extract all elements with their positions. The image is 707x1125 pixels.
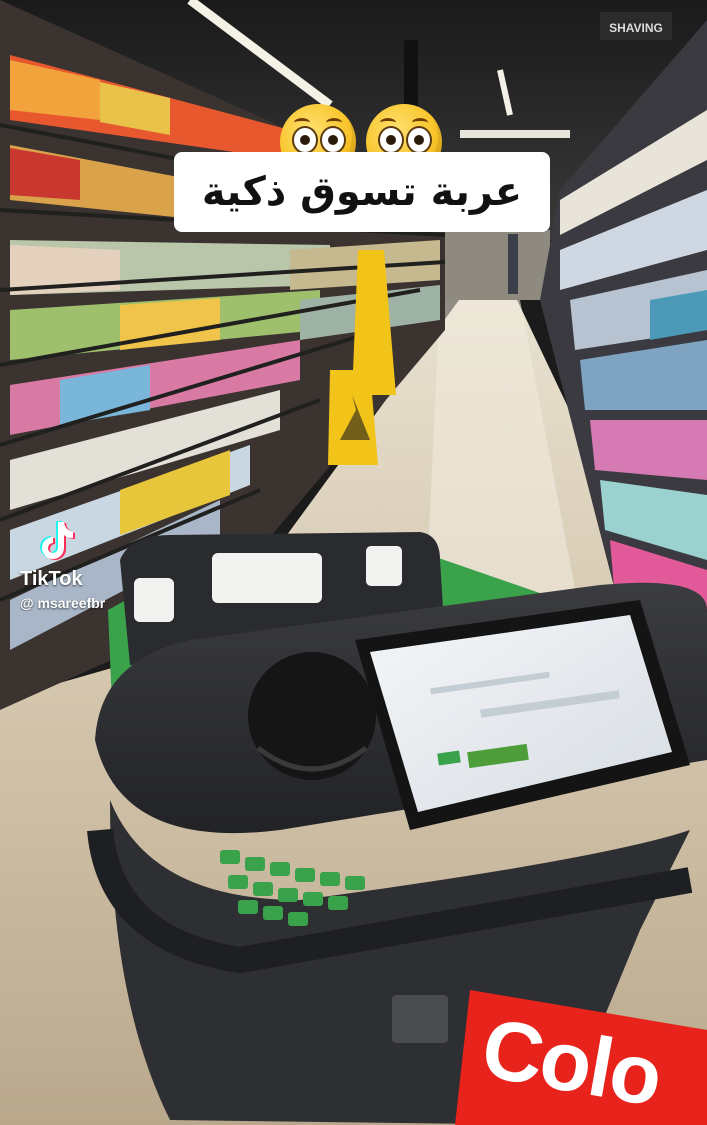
tiktok-handle-text: @ msareefbr xyxy=(20,595,106,611)
cart-cup-holder xyxy=(248,652,376,780)
sign-pole xyxy=(404,40,418,110)
far-aisle xyxy=(440,230,550,300)
cart-logo-badge xyxy=(392,995,448,1043)
cart-camera-light xyxy=(366,546,402,586)
caption-box: عربة تسوق ذكية xyxy=(174,152,550,232)
caption-text: عربة تسوق ذكية xyxy=(201,169,523,215)
tiktok-brand-text: TikTok xyxy=(20,568,83,590)
video-frame: SHAVING Colo عربة تسوق ذكية TikTok @ msa… xyxy=(0,0,707,1125)
tiktok-logo-icon xyxy=(40,521,75,560)
shopper xyxy=(508,234,518,294)
cart-camera-light xyxy=(212,553,322,603)
aisle-sign-text: SHAVING xyxy=(609,21,663,35)
ceiling-light xyxy=(460,130,570,138)
